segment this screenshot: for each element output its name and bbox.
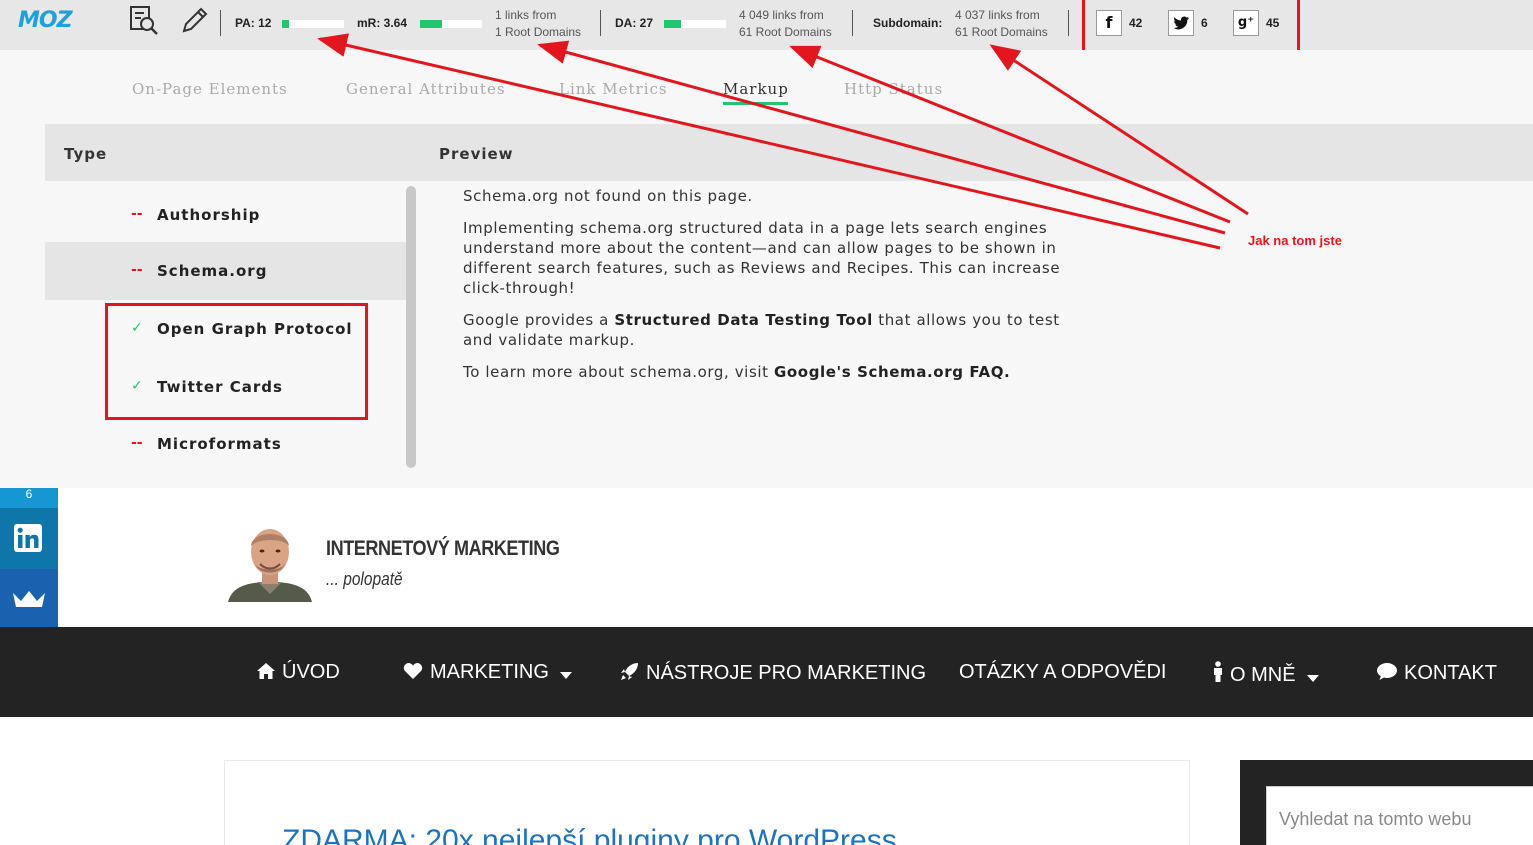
not-found-marker: -- bbox=[131, 206, 143, 222]
highlight-pencil-icon[interactable] bbox=[178, 5, 210, 37]
markup-row-authorship[interactable]: -- Authorship bbox=[45, 186, 410, 244]
heart-icon bbox=[403, 663, 423, 679]
domain-root-domains: 61 Root Domains bbox=[739, 25, 832, 39]
markup-row-microformats[interactable]: -- Microformats bbox=[45, 415, 410, 473]
linkedin-share-button[interactable] bbox=[0, 508, 58, 569]
tab-markup[interactable]: Markup bbox=[723, 80, 789, 98]
tab-http-status[interactable]: Http Status bbox=[844, 80, 943, 98]
page-root-domains: 1 Root Domains bbox=[495, 25, 582, 39]
schema-faq-link[interactable]: Google's Schema.org FAQ. bbox=[774, 363, 1010, 381]
nav-item-nastroje[interactable]: NÁSTROJE PRO MARKETING bbox=[620, 661, 926, 685]
share-count: 6 bbox=[0, 488, 58, 508]
site-tagline: ... polopatě bbox=[326, 569, 403, 589]
preview-column-header: Preview bbox=[439, 145, 514, 163]
moz-logo[interactable]: MOZ bbox=[18, 8, 73, 33]
pa-label: PA: 12 bbox=[235, 16, 272, 30]
opengraph-highlight-box bbox=[105, 303, 368, 420]
page-links-count: 1 links from bbox=[495, 8, 557, 22]
tab-link-metrics[interactable]: Link Metrics bbox=[559, 80, 668, 98]
kindle-share-button[interactable] bbox=[0, 569, 58, 631]
moz-markup-panel: On-Page Elements General Attributes Link… bbox=[0, 50, 1533, 488]
structured-data-tool-link[interactable]: Structured Data Testing Tool bbox=[614, 311, 873, 329]
subdomain-links[interactable]: 4 037 links from 61 Root Domains bbox=[955, 7, 1048, 41]
row-label: Microformats bbox=[157, 435, 282, 453]
page-links[interactable]: 1 links from 1 Root Domains bbox=[495, 7, 581, 41]
nav-item-marketing[interactable]: MARKETING bbox=[402, 661, 578, 684]
markup-row-schema-org[interactable]: -- Schema.org bbox=[45, 242, 410, 300]
preview-faq-text: To learn more about schema.org, visit Go… bbox=[463, 363, 1011, 381]
toolbar-divider bbox=[600, 10, 601, 36]
mr-label: mR: 3.64 bbox=[357, 16, 408, 30]
domain-links[interactable]: 4 049 links from 61 Root Domains bbox=[739, 7, 832, 41]
row-label: Authorship bbox=[157, 206, 261, 224]
chevron-down-icon bbox=[560, 672, 573, 679]
preview-testing-tool-text: Google provides a Structured Data Testin… bbox=[463, 311, 1060, 349]
crown-icon bbox=[13, 591, 45, 607]
annotation-label: Jak na tom jste bbox=[1248, 233, 1342, 248]
moz-toolbar: MOZ PA: 12 mR: 3.64 1 links from 1 Root … bbox=[0, 0, 1533, 50]
da-bar bbox=[664, 20, 726, 28]
post-title-link[interactable]: ZDARMA: 20x nejlepší pluginy pro WordPre… bbox=[282, 824, 897, 845]
nav-item-otazky[interactable]: OTÁZKY A ODPOVĚDI bbox=[959, 661, 1166, 684]
nav-item-kontakt[interactable]: KONTAKT bbox=[1376, 661, 1497, 685]
linkedin-icon bbox=[14, 524, 42, 552]
table-header: Type Preview bbox=[45, 124, 1533, 181]
comment-icon bbox=[1377, 663, 1397, 680]
main-navigation: ÚVOD MARKETING NÁSTROJE PRO MARKETING OT… bbox=[0, 627, 1533, 717]
subdomain-label: Subdomain: bbox=[873, 16, 943, 30]
nav-item-o-mne[interactable]: O MNĚ bbox=[1212, 661, 1325, 687]
toolbar-divider bbox=[1068, 10, 1069, 36]
domain-links-count: 4 049 links from bbox=[739, 8, 824, 22]
toolbar-divider bbox=[220, 10, 221, 36]
subdomain-root-domains: 61 Root Domains bbox=[955, 25, 1048, 39]
subdomain-links-count: 4 037 links from bbox=[955, 8, 1040, 22]
row-label: Schema.org bbox=[157, 262, 268, 280]
rocket-icon bbox=[621, 663, 638, 680]
tab-general-attributes[interactable]: General Attributes bbox=[346, 80, 506, 98]
page: { "moz_bar": { "logo": "MOZ", "pa_label"… bbox=[0, 0, 1533, 845]
nav-item-uvod[interactable]: ÚVOD bbox=[256, 661, 340, 684]
search-placeholder: Vyhledat na tomto webu bbox=[1279, 809, 1472, 829]
site-title[interactable]: INTERNETOVÝ MARKETING bbox=[326, 537, 560, 561]
author-photo[interactable] bbox=[228, 520, 312, 602]
da-label: DA: 27 bbox=[615, 16, 654, 30]
page-analysis-icon[interactable] bbox=[128, 5, 160, 37]
person-icon bbox=[1214, 661, 1222, 682]
search-input[interactable]: Vyhledat na tomto webu bbox=[1266, 786, 1533, 845]
not-found-marker: -- bbox=[131, 435, 143, 451]
preview-explanation: Implementing schema.org structured data … bbox=[463, 219, 1061, 297]
tab-on-page-elements[interactable]: On-Page Elements bbox=[132, 80, 288, 98]
pa-bar bbox=[282, 20, 344, 28]
home-icon bbox=[257, 663, 275, 679]
toolbar-divider bbox=[852, 10, 853, 36]
preview-status-text: Schema.org not found on this page. bbox=[463, 187, 753, 205]
markup-preview: Schema.org not found on this page. Imple… bbox=[463, 186, 1083, 394]
active-tab-indicator bbox=[723, 102, 788, 105]
mr-bar bbox=[420, 20, 482, 28]
type-list-scrollbar[interactable] bbox=[406, 186, 416, 468]
not-found-marker: -- bbox=[131, 262, 143, 278]
type-column-header: Type bbox=[64, 145, 108, 163]
chevron-down-icon bbox=[1307, 675, 1320, 682]
